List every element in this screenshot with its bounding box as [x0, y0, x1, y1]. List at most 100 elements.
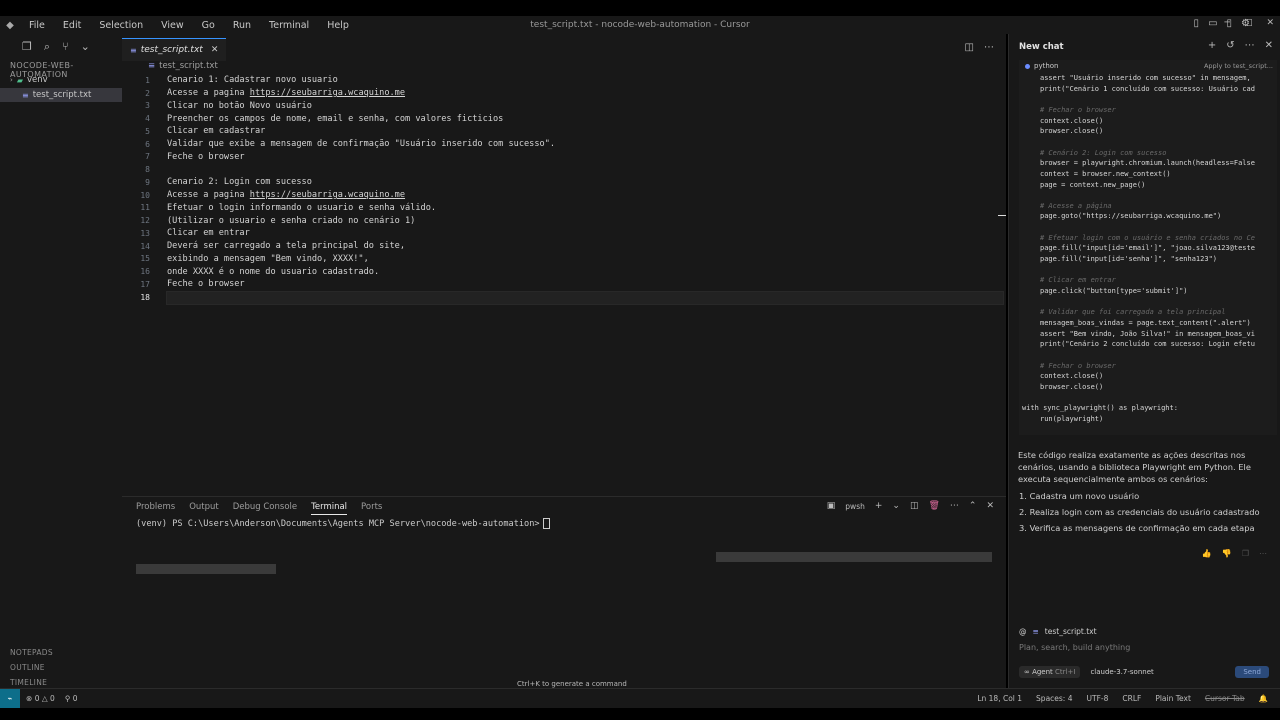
problems-status[interactable]: ⊗ 0 △ 0 [26, 694, 55, 703]
line-ending[interactable]: CRLF [1122, 694, 1141, 703]
toggle-sidebar-icon[interactable]: ▯ [1194, 18, 1200, 29]
explorer-icon[interactable]: ❐ [22, 40, 32, 54]
cursor-position[interactable]: Ln 18, Col 1 [977, 694, 1022, 703]
bell-icon[interactable]: 🔔 [1259, 694, 1268, 703]
cursor-tab-status[interactable]: Cursor Tab [1205, 694, 1245, 703]
tab-ports[interactable]: Ports [361, 502, 382, 515]
file-icon: ≡ [130, 45, 137, 55]
ports-status[interactable]: ⚲ 0 [65, 694, 78, 703]
menu-file[interactable]: File [20, 20, 54, 31]
chat-code-line: # Clicar em entrar [1040, 276, 1116, 285]
code-line[interactable]: 14 Deverá ser carregado a tela principal … [122, 240, 1006, 253]
mode-selector[interactable]: ∞ Agent Ctrl+I [1019, 666, 1081, 678]
feedback-actions: 👍 👎 ❐ ⋯ [1202, 549, 1267, 558]
code-line[interactable]: 10 Acesse a pagina https://seubarriga.wca… [122, 189, 1006, 202]
url-link[interactable]: https://seubarriga.wcaquino.me [250, 88, 405, 98]
history-icon[interactable]: ↺ [1226, 40, 1234, 51]
terminal-shell-name[interactable]: pwsh [845, 502, 865, 511]
terminal-prompt-line[interactable]: (venv) PS C:\Users\Anderson\Documents\Ag… [136, 518, 550, 529]
chat-input[interactable]: Plan, search, build anything [1019, 643, 1130, 652]
menu-run[interactable]: Run [224, 20, 260, 31]
tree-item-test-script[interactable]: ≡ test_script.txt [0, 88, 122, 102]
tab-terminal[interactable]: Terminal [311, 502, 348, 515]
terminal-shell-icon: ▣ [826, 501, 836, 511]
chat-code-line: # Efetuar login com o usuário e senha cr… [1040, 233, 1255, 242]
maximize-panel-icon[interactable]: ⌃ [969, 501, 977, 511]
code-line[interactable]: 11 Efetuar o login informando o usuario e… [122, 202, 1006, 215]
bottom-panel: Problems Output Debug Console Terminal P… [122, 496, 1006, 689]
section-timeline[interactable]: TIMELINE [10, 678, 47, 687]
tab-test-script[interactable]: ≡ test_script.txt ✕ [122, 38, 227, 61]
new-chat-icon[interactable]: + [1208, 40, 1216, 51]
remote-icon[interactable]: ⌁ [0, 689, 20, 709]
context-chip[interactable]: @ ≡ test_script.txt [1019, 627, 1097, 636]
indentation[interactable]: Spaces: 4 [1036, 694, 1072, 703]
code-line[interactable]: 5 Clicar em cadastrar [122, 125, 1006, 138]
more-actions-icon[interactable]: ⋯ [950, 501, 959, 511]
maximize-icon[interactable]: □ [1244, 18, 1253, 28]
split-editor-icon[interactable]: ◫ [965, 42, 974, 53]
source-control-icon[interactable]: ⑂ [62, 40, 69, 54]
code-line[interactable]: 6 Validar que exibe a mensagem de confirm… [122, 138, 1006, 151]
list-item: 2. Realiza login com as credenciais do u… [1019, 507, 1260, 517]
breadcrumb-file[interactable]: test_script.txt [159, 61, 218, 71]
url-link[interactable]: https://seubarriga.wcaquino.me [250, 190, 405, 200]
chevron-down-icon[interactable]: ⌄ [81, 40, 90, 54]
line-number: 8 [145, 165, 150, 175]
send-button[interactable]: Send [1235, 666, 1269, 678]
code-line[interactable]: 8 [122, 163, 1006, 176]
menu-view[interactable]: View [152, 20, 193, 31]
line-text: Clicar em entrar [167, 228, 250, 239]
code-line[interactable]: 3 Clicar no botão Novo usuário [122, 100, 1006, 113]
tab-debug-console[interactable]: Debug Console [233, 502, 297, 515]
apply-button[interactable]: Apply to test_script... [1204, 62, 1273, 70]
code-line[interactable]: 15 exibindo a mensagem "Bem vindo, XXXX!"… [122, 253, 1006, 266]
tree-item-venv[interactable]: › ▰ venv [10, 75, 48, 85]
minimize-icon[interactable]: ─ [1225, 18, 1230, 28]
search-icon[interactable]: ⌕ [44, 40, 50, 54]
section-notepads[interactable]: NOTEPADS [10, 648, 53, 657]
code-line[interactable]: 9 Cenario 2: Login com sucesso [122, 176, 1006, 189]
more-actions-icon[interactable]: ⋯ [984, 42, 994, 53]
copy-icon[interactable]: ❐ [1242, 549, 1249, 558]
menu-help[interactable]: Help [318, 20, 358, 31]
more-actions-icon[interactable]: ⋯ [1245, 40, 1255, 51]
close-icon[interactable]: ✕ [1265, 40, 1273, 51]
line-number: 15 [140, 254, 150, 264]
code-line[interactable]: 4 Preencher os campos de nome, email e se… [122, 112, 1006, 125]
editor-actions: ◫ ⋯ [965, 42, 994, 53]
code-line[interactable]: 2 Acesse a pagina https://seubarriga.wcaq… [122, 87, 1006, 100]
close-icon[interactable]: ✕ [211, 45, 219, 55]
terminal-scrollbar[interactable] [716, 552, 992, 562]
close-window-icon[interactable]: ✕ [1266, 18, 1274, 28]
language-mode[interactable]: Plain Text [1155, 694, 1191, 703]
code-line[interactable]: 16 onde XXXX é o nome do usuario cadastra… [122, 265, 1006, 278]
trash-icon[interactable]: 🗑 [928, 501, 939, 511]
split-terminal-icon[interactable]: ◫ [910, 501, 919, 511]
code-line[interactable]: 12 (Utilizar o usuario e senha criado no … [122, 214, 1006, 227]
more-actions-icon[interactable]: ⋯ [1259, 549, 1267, 558]
code-line[interactable]: 17 Feche o browser [122, 278, 1006, 291]
chevron-down-icon[interactable]: ⌄ [892, 501, 900, 511]
code-line[interactable]: 13 Clicar em entrar [122, 227, 1006, 240]
line-number: 6 [145, 139, 150, 149]
toggle-panel-icon[interactable]: ▭ [1208, 18, 1217, 29]
close-panel-icon[interactable]: ✕ [986, 501, 994, 511]
section-outline[interactable]: OUTLINE [10, 663, 45, 672]
code-line[interactable]: 18 [122, 290, 1006, 306]
thumbs-down-icon[interactable]: 👎 [1222, 549, 1232, 558]
code-line[interactable]: 7 Feche o browser [122, 151, 1006, 164]
new-terminal-icon[interactable]: + [875, 501, 883, 511]
code-editor[interactable]: 1 Cenario 1: Cadastrar novo usuario 2 Acess… [122, 74, 1006, 306]
menu-edit[interactable]: Edit [54, 20, 90, 31]
thumbs-up-icon[interactable]: 👍 [1202, 549, 1212, 558]
encoding[interactable]: UTF-8 [1087, 694, 1109, 703]
tab-problems[interactable]: Problems [136, 502, 175, 515]
code-line[interactable]: 1 Cenario 1: Cadastrar novo usuario [122, 74, 1006, 87]
model-selector[interactable]: claude-3.7-sonnet [1090, 668, 1153, 676]
menu-go[interactable]: Go [193, 20, 224, 31]
line-number: 10 [140, 190, 150, 200]
menu-selection[interactable]: Selection [90, 20, 152, 31]
tab-output[interactable]: Output [189, 502, 219, 515]
menu-terminal[interactable]: Terminal [260, 20, 318, 31]
